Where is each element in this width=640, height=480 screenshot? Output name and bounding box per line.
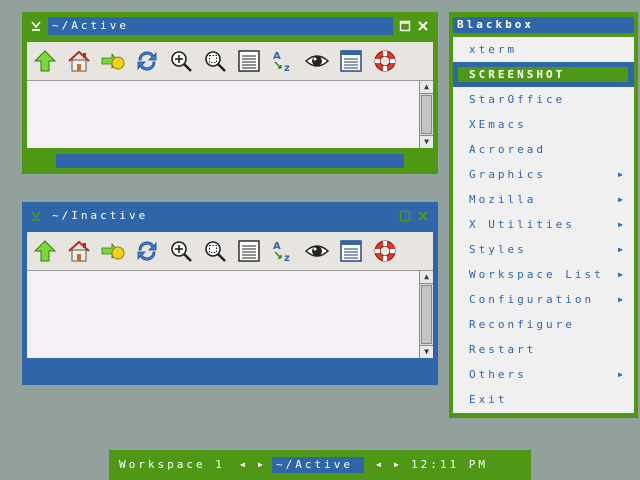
help-lifebuoy-icon[interactable] — [371, 47, 399, 75]
menu-item-label: Graphics — [469, 168, 546, 181]
sort-z-glyph: z — [284, 63, 290, 74]
menu-item-label: Restart — [469, 343, 537, 356]
menu-item-styles[interactable]: Styles ▶ — [453, 237, 634, 262]
reload-icon[interactable] — [133, 47, 161, 75]
zoom-in-icon[interactable] — [167, 237, 195, 265]
menu-item-screenshot[interactable]: SCREENSHOT — [453, 62, 634, 87]
zoom-in-icon[interactable] — [167, 47, 195, 75]
menu-item-label: Others — [469, 368, 527, 381]
home-icon[interactable] — [65, 47, 93, 75]
submenu-arrow-icon: ▶ — [618, 195, 626, 204]
workspace-label[interactable]: Workspace 1 — [119, 457, 225, 473]
inactive-titlebar[interactable]: ~/Inactive — [22, 202, 438, 230]
menu-item-workspace-list[interactable]: Workspace List ▶ — [453, 262, 634, 287]
up-arrow-icon[interactable] — [31, 47, 59, 75]
close-icon[interactable] — [417, 20, 429, 32]
menu-item-acroread[interactable]: Acroread — [453, 137, 634, 162]
menu-item-label: Exit — [469, 393, 508, 406]
scroll-up-button[interactable]: ▲ — [420, 271, 433, 284]
menu-item-label: X Utilities — [469, 218, 575, 231]
menu-body: xterm SCREENSHOT StarOffice XEmacs Acror… — [453, 37, 634, 413]
window-title: ~/Inactive — [52, 209, 149, 222]
menu-item-label: Reconfigure — [469, 318, 575, 331]
menu-item-label: Styles — [469, 243, 527, 256]
menu-item-restart[interactable]: Restart — [453, 337, 634, 362]
sort-z-glyph: z — [284, 253, 290, 264]
maximize-icon[interactable] — [399, 210, 411, 222]
eye-icon[interactable] — [303, 237, 331, 265]
submenu-arrow-icon: ▶ — [618, 245, 626, 254]
prev-workspace-icon[interactable]: ◀ — [240, 457, 245, 473]
up-arrow-icon[interactable] — [31, 237, 59, 265]
menu-item-label: Configuration — [469, 293, 595, 306]
submenu-arrow-icon: ▶ — [618, 295, 626, 304]
window-label[interactable]: ~/Active — [272, 457, 364, 473]
submenu-arrow-icon: ▶ — [618, 170, 626, 179]
blackbox-toolbar: Workspace 1 ◀ ▶ ~/Active ◀ ▶ 12:11 PM — [109, 450, 531, 480]
go-icon[interactable] — [99, 47, 127, 75]
vertical-scrollbar[interactable]: ▲ ▼ — [419, 271, 433, 358]
file-view-area[interactable]: ▲ ▼ — [27, 81, 433, 148]
menu-item-x-utilities[interactable]: X Utilities ▶ — [453, 212, 634, 237]
help-lifebuoy-icon[interactable] — [371, 237, 399, 265]
menu-item-xterm[interactable]: xterm — [453, 37, 634, 62]
zoom-fit-icon[interactable] — [201, 237, 229, 265]
file-manager-toolbar: Az — [27, 232, 433, 271]
sort-az-icon[interactable]: Az — [269, 47, 297, 75]
inactive-window: ~/Inactive Az ▲ ▼ — [22, 202, 438, 385]
sort-a-glyph: A — [273, 241, 281, 252]
sort-az-icon[interactable]: Az — [269, 237, 297, 265]
view-list-icon[interactable] — [337, 47, 365, 75]
menu-item-reconfigure[interactable]: Reconfigure — [453, 312, 634, 337]
menu-item-staroffice[interactable]: StarOffice — [453, 87, 634, 112]
menu-item-label: xterm — [469, 43, 518, 56]
active-window: ~/Active Az ▲ ▼ — [22, 12, 438, 174]
scroll-thumb[interactable] — [421, 95, 432, 134]
submenu-arrow-icon: ▶ — [618, 270, 626, 279]
window-title: ~/Active — [48, 17, 393, 35]
submenu-arrow-icon: ▶ — [618, 370, 626, 379]
menu-item-configuration[interactable]: Configuration ▶ — [453, 287, 634, 312]
active-titlebar[interactable]: ~/Active — [22, 12, 438, 40]
root-menu: Blackbox xterm SCREENSHOT StarOffice XEm… — [449, 12, 638, 418]
sort-a-glyph: A — [273, 51, 281, 62]
menu-item-label: StarOffice — [469, 93, 566, 106]
window-handle[interactable] — [56, 154, 404, 168]
menu-item-label: Mozilla — [469, 193, 537, 206]
file-manager-toolbar: Az — [27, 42, 433, 81]
reload-icon[interactable] — [133, 237, 161, 265]
scroll-down-button[interactable]: ▼ — [420, 135, 433, 148]
menu-title: Blackbox — [453, 17, 634, 33]
menu-item-label: Acroread — [469, 143, 546, 156]
document-list-icon[interactable] — [235, 237, 263, 265]
prev-window-icon[interactable]: ◀ — [376, 457, 381, 473]
iconify-icon[interactable] — [30, 20, 42, 32]
next-workspace-icon[interactable]: ▶ — [258, 457, 263, 473]
scroll-thumb[interactable] — [421, 285, 432, 344]
menu-item-exit[interactable]: Exit — [453, 387, 634, 412]
view-list-icon[interactable] — [337, 237, 365, 265]
menu-item-label: Workspace List — [469, 268, 604, 281]
iconify-icon[interactable] — [30, 210, 42, 222]
eye-icon[interactable] — [303, 47, 331, 75]
menu-item-others[interactable]: Others ▶ — [453, 362, 634, 387]
submenu-arrow-icon: ▶ — [618, 220, 626, 229]
menu-item-xemacs[interactable]: XEmacs — [453, 112, 634, 137]
home-icon[interactable] — [65, 237, 93, 265]
close-icon[interactable] — [417, 210, 429, 222]
vertical-scrollbar[interactable]: ▲ ▼ — [419, 81, 433, 148]
menu-item-graphics[interactable]: Graphics ▶ — [453, 162, 634, 187]
menu-item-label: XEmacs — [469, 118, 527, 131]
scroll-down-button[interactable]: ▼ — [420, 345, 433, 358]
menu-item-mozilla[interactable]: Mozilla ▶ — [453, 187, 634, 212]
go-icon[interactable] — [99, 237, 127, 265]
document-list-icon[interactable] — [235, 47, 263, 75]
menu-item-label: SCREENSHOT — [469, 68, 566, 81]
clock: 12:11 PM — [411, 458, 488, 471]
file-view-area[interactable]: ▲ ▼ — [27, 271, 433, 358]
maximize-icon[interactable] — [399, 20, 411, 32]
next-window-icon[interactable]: ▶ — [394, 457, 399, 473]
zoom-fit-icon[interactable] — [201, 47, 229, 75]
scroll-up-button[interactable]: ▲ — [420, 81, 433, 94]
